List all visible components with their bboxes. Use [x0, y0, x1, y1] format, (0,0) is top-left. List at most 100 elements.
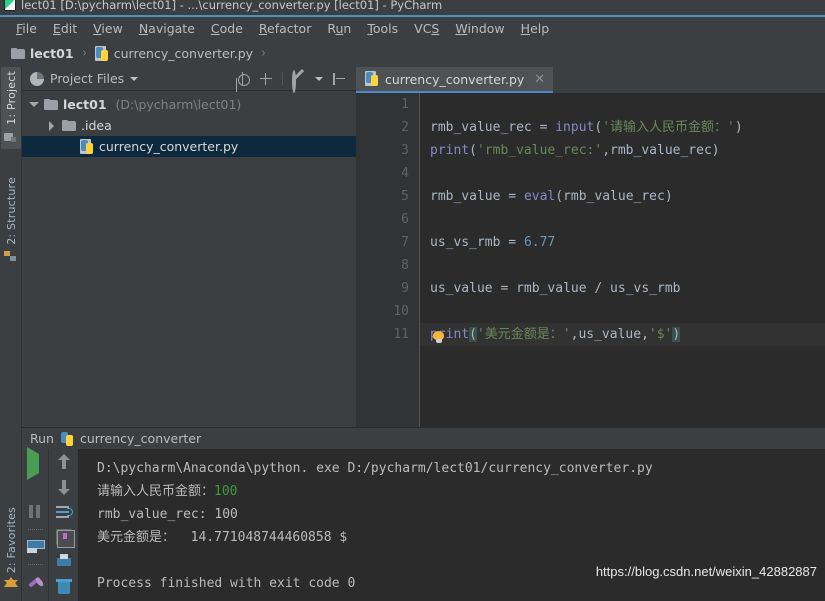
code-line[interactable] [420, 208, 825, 231]
code-token: = [508, 235, 524, 250]
line-number: 1 [369, 93, 409, 116]
run-configuration-name: currency_converter [80, 431, 201, 446]
code-line[interactable] [420, 254, 825, 277]
menu-item-help[interactable]: Help [513, 19, 558, 38]
menu-item-code[interactable]: Code [203, 19, 251, 38]
code-token: rmb_value_rec [610, 143, 712, 158]
breadcrumb-item-0[interactable]: lect01 [8, 44, 77, 63]
hide-panel-icon[interactable] [332, 72, 346, 86]
show-console-button[interactable] [27, 539, 43, 555]
tree-row[interactable]: lect01(D:\pycharm\lect01) [22, 94, 356, 115]
sidebar-item-project[interactable]: 1: Project [0, 71, 22, 143]
breadcrumb-item-1[interactable]: currency_converter.py [92, 44, 256, 63]
stop-button[interactable] [27, 479, 43, 495]
pycharm-logo-icon [4, 0, 16, 11]
code-line[interactable]: us_value = rmb_value / us_vs_rmb [420, 277, 825, 300]
tree-spacer [64, 141, 75, 152]
code-token: 6.77 [524, 235, 555, 250]
menu-item-file[interactable]: File [8, 19, 45, 38]
code-token: (rmb_value_rec) [555, 189, 672, 204]
run-button[interactable] [27, 454, 43, 470]
breadcrumb-separator: › [82, 46, 86, 61]
code-token: rmb_value [516, 281, 594, 296]
code-token: ) [712, 143, 720, 158]
window-title: lect01 [D:\pycharm\lect01] - ...\currenc… [21, 0, 442, 12]
menu-bar: FileEditViewNavigateCodeRefactorRunTools… [0, 17, 825, 40]
pycharm-window: lect01 [D:\pycharm\lect01] - ...\currenc… [0, 0, 825, 601]
console-line: 美元金额是： 14.771048744460858 $ [97, 526, 825, 549]
sidebar-item-favorites[interactable]: 2: Favorites [0, 507, 22, 587]
code-line[interactable] [420, 162, 825, 185]
chevron-right-icon[interactable] [46, 120, 57, 131]
next-occurrence-button[interactable] [56, 479, 72, 495]
code-token: us_value [430, 281, 500, 296]
collapse-all-icon[interactable] [259, 72, 273, 86]
code-line[interactable]: print('rmb_value_rec:',rmb_value_rec) [420, 139, 825, 162]
code-token: rmb_value [430, 189, 508, 204]
editor-area: currency_converter.py ✕ 1234567891011 rm… [356, 67, 825, 427]
sidebar-item-structure[interactable]: 2: Structure [0, 177, 22, 263]
sidebar-item-project-label: 1: Project [5, 71, 18, 125]
python-file-icon [365, 72, 379, 86]
menu-item-vcs[interactable]: VCS [406, 19, 447, 38]
chevron-down-icon[interactable] [130, 77, 138, 81]
settings-chevron-down-icon[interactable] [315, 77, 323, 81]
console-prompt: 请输入人民币金额： [97, 484, 214, 499]
editor-tab-currency-converter[interactable]: currency_converter.py ✕ [356, 67, 553, 93]
code-token: us_vs_rmb [430, 235, 508, 250]
code-token: = [500, 281, 516, 296]
line-number: 9 [369, 277, 409, 300]
menu-item-refactor[interactable]: Refactor [251, 19, 319, 38]
project-panel-toolbar [236, 72, 352, 86]
pin-tab-button[interactable] [27, 574, 43, 590]
code-token: , [602, 143, 610, 158]
code-token: = [508, 189, 524, 204]
run-tool-window: Run currency_converter [22, 427, 825, 601]
previous-occurrence-button[interactable] [56, 454, 72, 470]
menu-item-view[interactable]: View [85, 19, 131, 38]
code-lines: rmb_value_rec = input('请输入人民币金额：')print(… [420, 93, 825, 346]
line-number: 4 [369, 162, 409, 185]
tree-item-path: (D:\pycharm\lect01) [116, 97, 242, 112]
print-button[interactable] [56, 554, 72, 570]
code-token: ( [469, 327, 477, 342]
project-view-icon [30, 72, 44, 86]
run-tool-window-body: D:\pycharm\Anaconda\python. exe D:/pycha… [22, 449, 825, 601]
breadcrumb-separator: › [262, 46, 266, 61]
code-editor[interactable]: 1234567891011 rmb_value_rec = input('请输入… [356, 93, 825, 427]
code-token: print [430, 143, 469, 158]
project-tree: lect01(D:\pycharm\lect01).ideacurrency_c… [22, 91, 356, 157]
code-line[interactable] [420, 93, 825, 116]
export-output-button[interactable] [56, 529, 72, 545]
code-line[interactable]: rmb_value = eval(rmb_value_rec) [420, 185, 825, 208]
editor-gutter[interactable]: 1234567891011 [356, 93, 420, 427]
watermark: https://blog.csdn.net/weixin_42882887 [596, 564, 817, 579]
console-line: D:\pycharm\Anaconda\python. exe D:/pycha… [97, 457, 825, 480]
code-line[interactable]: us_vs_rmb = 6.77 [420, 231, 825, 254]
project-panel-title: Project Files [50, 71, 124, 86]
soft-wrap-button[interactable] [56, 504, 72, 520]
chevron-down-icon[interactable] [28, 99, 39, 110]
star-icon [4, 577, 18, 587]
tree-row[interactable]: .idea [22, 115, 356, 136]
menu-item-edit[interactable]: Edit [45, 19, 85, 38]
console-output[interactable]: D:\pycharm\Anaconda\python. exe D:/pycha… [79, 449, 825, 601]
pause-button[interactable] [27, 504, 43, 520]
code-line[interactable]: print('美元金额是：',us_value,'$') [420, 323, 825, 346]
settings-gear-icon[interactable] [292, 72, 306, 86]
folder-icon [11, 48, 25, 59]
menu-item-run[interactable]: Run [319, 19, 359, 38]
code-token: '请输入人民币金额：' [602, 120, 735, 135]
tree-row[interactable]: currency_converter.py [22, 136, 356, 157]
left-tool-strip: 1: Project 2: Structure 2: Favorites [0, 67, 22, 601]
code-line[interactable]: rmb_value_rec = input('请输入人民币金额：') [420, 116, 825, 139]
locate-target-icon[interactable] [236, 72, 250, 86]
code-line[interactable] [420, 300, 825, 323]
menu-item-window[interactable]: Window [447, 19, 512, 38]
close-icon[interactable]: ✕ [534, 72, 545, 87]
menu-item-navigate[interactable]: Navigate [131, 19, 203, 38]
menu-item-tools[interactable]: Tools [359, 19, 406, 38]
line-number: 3 [369, 139, 409, 162]
clear-all-button[interactable] [56, 579, 72, 595]
intention-bulb-icon[interactable] [432, 331, 445, 344]
